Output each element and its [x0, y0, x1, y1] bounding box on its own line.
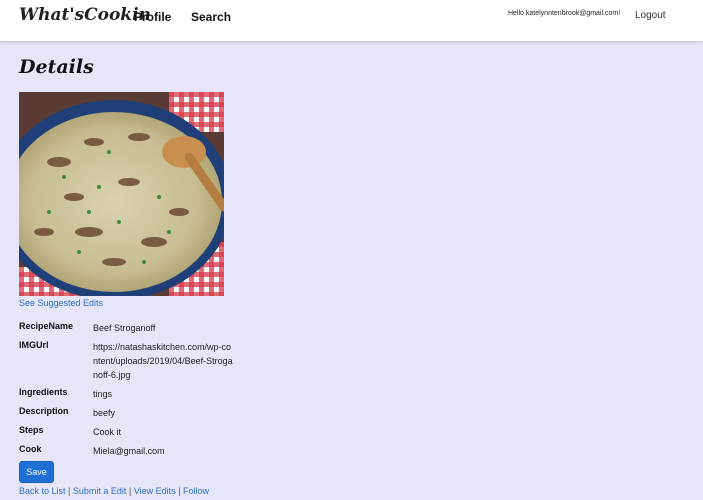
nav-search-link[interactable]: Search	[191, 10, 231, 24]
separator: |	[178, 486, 181, 496]
see-suggested-edits-link[interactable]: See Suggested Edits	[19, 298, 103, 308]
cook-label: Cook	[19, 444, 42, 454]
img-url-label: IMGUrl	[19, 340, 49, 350]
recipe-name-value: Beef Stroganoff	[93, 323, 156, 333]
nav-profile-link[interactable]: Profile	[134, 10, 171, 24]
back-to-list-link[interactable]: Back to List	[19, 486, 66, 496]
submit-edit-link[interactable]: Submit a Edit	[73, 486, 127, 496]
logout-link[interactable]: Logout	[635, 10, 666, 21]
recipe-image	[19, 92, 224, 296]
recipe-name-label: RecipeName	[19, 321, 74, 331]
description-value: beefy	[93, 408, 116, 418]
save-button[interactable]: Save	[19, 461, 54, 483]
description-label: Description	[19, 406, 69, 416]
steps-label: Steps	[19, 425, 44, 435]
page-title: Details	[19, 56, 94, 78]
img-url-value: https://natashaskitchen.com/wp-content/u…	[93, 342, 233, 380]
footer-links: Back to List | Submit a Edit | View Edit…	[19, 486, 209, 496]
navbar: What'sCookin Profile Search Hello kately…	[0, 0, 703, 41]
recipe-photo-illustration	[19, 92, 224, 296]
ingredients-value: tings	[93, 389, 113, 399]
cook-value: Miela@gmail.com	[93, 446, 165, 456]
brand-logo[interactable]: What'sCookin	[19, 5, 151, 25]
ingredients-label: Ingredients	[19, 387, 68, 397]
steps-value: Cook it	[93, 427, 122, 437]
view-edits-link[interactable]: View Edits	[134, 486, 176, 496]
separator: |	[128, 486, 132, 496]
follow-link[interactable]: Follow	[183, 486, 209, 496]
user-greeting: Hello katelynntenbrook@gmail.com!	[508, 10, 621, 17]
separator: |	[68, 486, 71, 496]
